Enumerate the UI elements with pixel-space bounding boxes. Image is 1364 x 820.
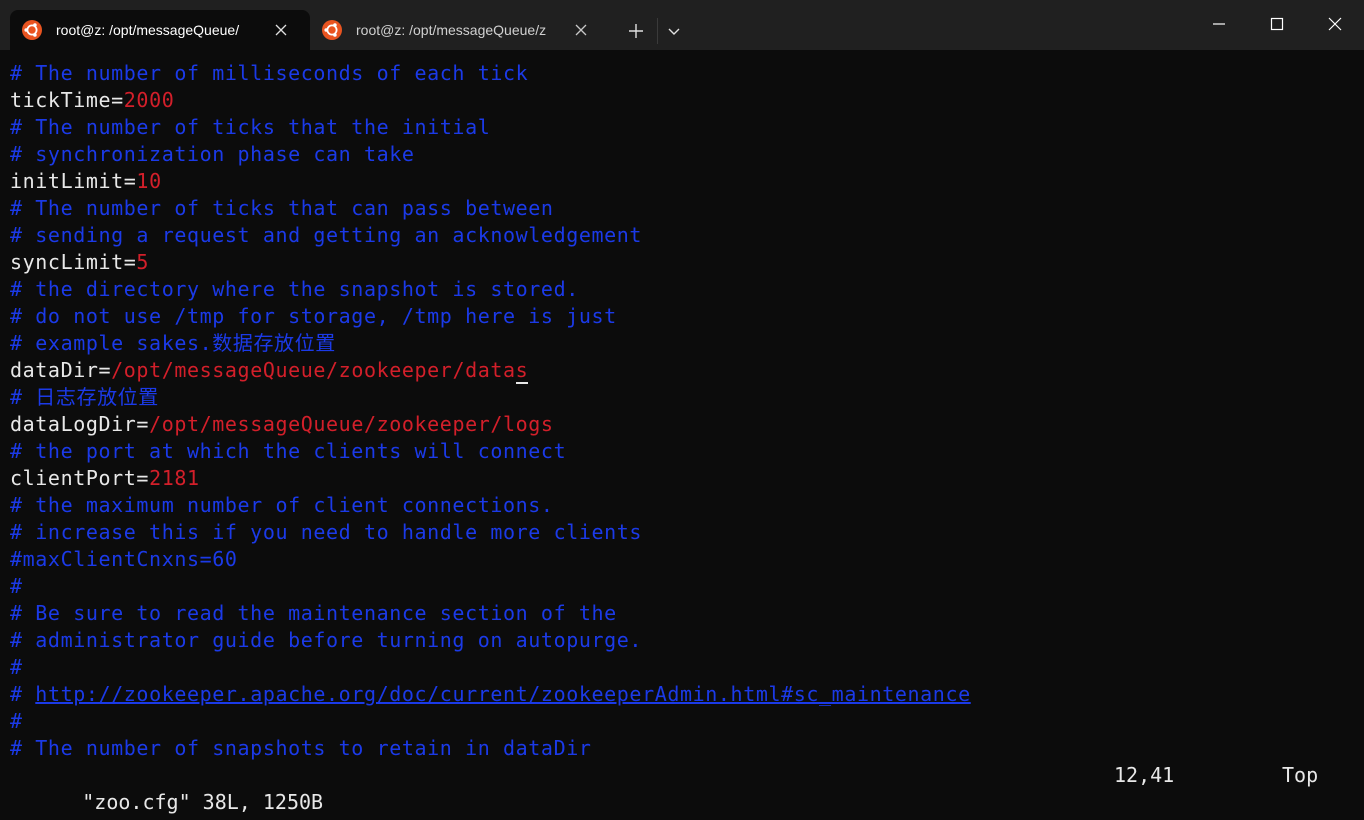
editor-line: syncLimit=5: [10, 249, 1354, 276]
tab-active[interactable]: root@z: /opt/messageQueue/: [10, 10, 310, 50]
minimize-button[interactable]: [1190, 0, 1248, 48]
editor-line: #: [10, 654, 1354, 681]
comment-text: # 日志存放位置: [10, 385, 159, 409]
comment-text: # increase this if you need to handle mo…: [10, 520, 643, 544]
editor-line: # The number of milliseconds of each tic…: [10, 60, 1354, 87]
dropdown-button[interactable]: [661, 18, 687, 44]
scroll-position: Top: [1282, 763, 1319, 787]
config-value: 2000: [123, 88, 175, 112]
editor-line: # The number of ticks that can pass betw…: [10, 195, 1354, 222]
maximize-icon: [1270, 17, 1284, 31]
editor-line: #: [10, 573, 1354, 600]
comment-text: # the port at which the clients will con…: [10, 439, 567, 463]
comment-text: # Be sure to read the maintenance sectio…: [10, 601, 617, 625]
config-value: /opt/messageQueue/zookeeper/data: [111, 358, 516, 382]
config-value: /opt/messageQueue/zookeeper/logs: [149, 412, 554, 436]
comment-text: # the directory where the snapshot is st…: [10, 277, 579, 301]
editor-line: # the maximum number of client connectio…: [10, 492, 1354, 519]
editor-line: #maxClientCnxns=60: [10, 546, 1354, 573]
config-value: 10: [136, 169, 162, 193]
editor-line: initLimit=10: [10, 168, 1354, 195]
editor-line: dataLogDir=/opt/messageQueue/zookeeper/l…: [10, 411, 1354, 438]
config-key: clientPort=: [10, 466, 150, 490]
new-tab-button[interactable]: [623, 18, 649, 44]
tab-label: root@z: /opt/messageQueue/: [56, 22, 240, 38]
comment-text: # administrator guide before turning on …: [10, 628, 643, 652]
editor-line: # do not use /tmp for storage, /tmp here…: [10, 303, 1354, 330]
config-key: dataDir=: [10, 358, 112, 382]
ubuntu-icon: [22, 20, 42, 40]
config-key: syncLimit=: [10, 250, 137, 274]
comment-text: # the maximum number of client connectio…: [10, 493, 554, 517]
maximize-button[interactable]: [1248, 0, 1306, 48]
editor-line: # Be sure to read the maintenance sectio…: [10, 600, 1354, 627]
editor-line: tickTime=2000: [10, 87, 1354, 114]
editor-line: # http://zookeeper.apache.org/doc/curren…: [10, 681, 1354, 708]
editor-line: dataDir=/opt/messageQueue/zookeeper/data…: [10, 357, 1354, 384]
ubuntu-icon: [322, 20, 342, 40]
config-value: 5: [136, 250, 150, 274]
editor-line: # administrator guide before turning on …: [10, 627, 1354, 654]
status-line: "zoo.cfg" 38L, 1250B 12,41 Top: [10, 762, 1354, 814]
comment-text: # do not use /tmp for storage, /tmp here…: [10, 304, 617, 328]
comment-text: # The number of snapshots to retain in d…: [10, 736, 592, 760]
config-value: 2181: [149, 466, 200, 490]
terminal-window: root@z: /opt/messageQueue/ root@z: /opt/…: [0, 0, 1364, 820]
editor-buffer[interactable]: # The number of milliseconds of each tic…: [10, 60, 1354, 762]
close-icon: [1328, 17, 1342, 31]
comment-text: #: [10, 574, 23, 598]
comment-link[interactable]: http://zookeeper.apache.org/doc/current/…: [35, 682, 970, 706]
comment-text: #maxClientCnxns=60: [10, 547, 238, 571]
text-cursor: s: [515, 358, 529, 384]
editor-line: # sending a request and getting an ackno…: [10, 222, 1354, 249]
cursor-position: 12,41: [1114, 763, 1175, 787]
comment-text: # synchronization phase can take: [10, 142, 415, 166]
close-icon[interactable]: [574, 23, 588, 37]
comment-text: # example sakes.数据存放位置: [10, 331, 336, 355]
editor-line: clientPort=2181: [10, 465, 1354, 492]
config-key: tickTime=: [10, 88, 124, 112]
comment-text: #: [10, 709, 23, 733]
comment-text: # The number of ticks that can pass betw…: [10, 196, 554, 220]
comment-text: # The number of ticks that the initial: [10, 115, 491, 139]
editor-line: #: [10, 708, 1354, 735]
editor-line: # the directory where the snapshot is st…: [10, 276, 1354, 303]
comment-text: # sending a request and getting an ackno…: [10, 223, 643, 247]
plus-icon: [629, 24, 643, 38]
tab-label: root@z: /opt/messageQueue/z: [356, 22, 547, 38]
title-bar: root@z: /opt/messageQueue/ root@z: /opt/…: [0, 0, 1364, 50]
config-key: dataLogDir=: [10, 412, 150, 436]
editor-line: # the port at which the clients will con…: [10, 438, 1354, 465]
editor-line: # example sakes.数据存放位置: [10, 330, 1354, 357]
file-info: "zoo.cfg" 38L, 1250B: [82, 790, 324, 814]
comment-text: #: [10, 682, 36, 706]
minimize-icon: [1213, 23, 1225, 25]
editor-line: # 日志存放位置: [10, 384, 1354, 411]
window-close-button[interactable]: [1306, 0, 1364, 48]
editor-line: # The number of snapshots to retain in d…: [10, 735, 1354, 762]
terminal-content[interactable]: # The number of milliseconds of each tic…: [0, 50, 1364, 820]
editor-line: # The number of ticks that the initial: [10, 114, 1354, 141]
tab-separator: [657, 18, 658, 44]
comment-text: #: [10, 655, 23, 679]
chevron-down-icon: [668, 28, 680, 35]
close-icon[interactable]: [274, 23, 288, 37]
comment-text: # The number of milliseconds of each tic…: [10, 61, 529, 85]
config-key: initLimit=: [10, 169, 137, 193]
editor-line: # synchronization phase can take: [10, 141, 1354, 168]
tab-inactive[interactable]: root@z: /opt/messageQueue/z: [310, 10, 608, 50]
editor-line: # increase this if you need to handle mo…: [10, 519, 1354, 546]
